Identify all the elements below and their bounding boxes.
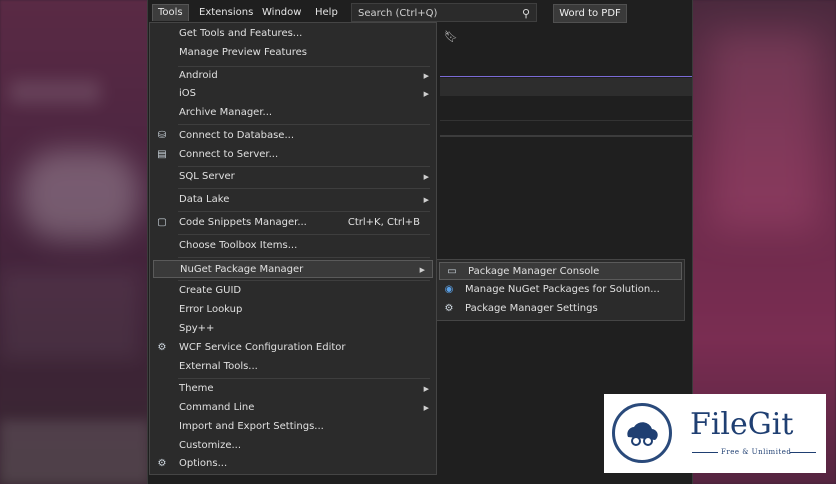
menu-separator	[178, 280, 430, 281]
menu-item-archive-manager[interactable]: Archive Manager...	[150, 104, 436, 122]
search-placeholder: Search (Ctrl+Q)	[358, 8, 438, 19]
menu-item-get-tools[interactable]: Get Tools and Features...	[150, 25, 436, 43]
menu-item-label: Choose Toolbox Items...	[179, 240, 298, 251]
filegit-name: FileGit	[690, 407, 794, 442]
menu-separator	[178, 234, 430, 235]
submenu-item-package-settings[interactable]: ⚙ Package Manager Settings	[437, 300, 684, 318]
search-box[interactable]: Search (Ctrl+Q) ⚲	[351, 3, 537, 22]
nuget-submenu: ▭ Package Manager Console ◉ Manage NuGet P…	[436, 259, 685, 321]
divider	[440, 120, 692, 121]
bookmark-icon[interactable]: 🔖︎	[444, 30, 464, 43]
menu-extensions[interactable]: Extensions	[194, 5, 258, 21]
submenu-arrow-icon: ▶	[423, 173, 429, 181]
menu-tools[interactable]: Tools	[152, 4, 189, 21]
menu-item-label: Connect to Database...	[179, 130, 294, 141]
filegit-tagline: Free & Unlimited	[721, 448, 792, 456]
submenu-arrow-icon: ▶	[423, 196, 429, 204]
menu-item-label: Archive Manager...	[179, 107, 273, 118]
menu-item-label: Error Lookup	[179, 304, 243, 315]
menu-separator	[178, 257, 430, 258]
gear-icon: ⚙	[444, 303, 454, 314]
divider	[440, 135, 692, 137]
blurred-background-left	[0, 0, 150, 484]
menu-separator	[178, 378, 430, 379]
menu-separator	[178, 166, 430, 167]
gear-icon: ⚙	[157, 458, 167, 469]
menu-item-label: iOS	[179, 88, 196, 99]
bookmark-toolbar[interactable]: 🔖︎	[444, 30, 464, 43]
menu-item-android[interactable]: Android ▶	[150, 67, 436, 85]
menu-item-wcf-editor[interactable]: ⚙ WCF Service Configuration Editor	[150, 339, 436, 357]
menu-item-label: SQL Server	[179, 171, 235, 182]
menu-item-ios[interactable]: iOS ▶	[150, 85, 436, 103]
console-icon: ▭	[447, 266, 457, 277]
menu-item-label: Customize...	[179, 440, 242, 451]
menu-item-nuget[interactable]: NuGet Package Manager ▶	[153, 260, 433, 278]
search-icon: ⚲	[521, 7, 530, 20]
menu-separator	[178, 211, 430, 212]
menu-item-label: Spy++	[179, 323, 215, 334]
submenu-arrow-icon: ▶	[423, 90, 429, 98]
menu-item-label: Command Line	[179, 402, 255, 413]
submenu-item-label: Package Manager Console	[468, 266, 600, 277]
menu-help[interactable]: Help	[310, 5, 343, 21]
nuget-icon: ◉	[444, 284, 454, 295]
menu-item-label: Theme	[179, 383, 214, 394]
menu-item-command-line[interactable]: Command Line ▶	[150, 399, 436, 417]
menu-item-external-tools[interactable]: External Tools...	[150, 358, 436, 376]
menu-item-label: Code Snippets Manager...	[179, 217, 307, 228]
menu-item-label: Get Tools and Features...	[179, 28, 303, 39]
snippet-icon: ▢	[157, 217, 167, 228]
menu-item-label: NuGet Package Manager	[180, 264, 304, 275]
menu-item-label: Android	[179, 70, 218, 81]
menu-item-choose-toolbox[interactable]: Choose Toolbox Items...	[150, 237, 436, 255]
submenu-item-label: Package Manager Settings	[465, 303, 598, 314]
divider	[790, 452, 816, 453]
menu-item-label: Connect to Server...	[179, 149, 279, 160]
menu-item-label: Manage Preview Features	[179, 47, 308, 58]
menu-window[interactable]: Window	[257, 5, 306, 21]
menu-item-manage-preview[interactable]: Manage Preview Features	[150, 44, 436, 62]
submenu-item-package-console[interactable]: ▭ Package Manager Console	[439, 262, 682, 280]
menu-item-label: External Tools...	[179, 361, 258, 372]
submenu-item-label: Manage NuGet Packages for Solution...	[465, 284, 660, 295]
menu-item-connect-database[interactable]: ⛁ Connect to Database...	[150, 127, 436, 145]
menu-item-data-lake[interactable]: Data Lake ▶	[150, 191, 436, 209]
menu-item-error-lookup[interactable]: Error Lookup	[150, 301, 436, 319]
menu-item-label: Options...	[179, 458, 228, 469]
menu-item-label: Data Lake	[179, 194, 230, 205]
divider	[692, 452, 718, 453]
menu-item-theme[interactable]: Theme ▶	[150, 380, 436, 398]
menu-item-spy[interactable]: Spy++	[150, 320, 436, 338]
submenu-arrow-icon: ▶	[419, 266, 425, 274]
submenu-arrow-icon: ▶	[423, 385, 429, 393]
filegit-logo-icon	[612, 403, 672, 463]
wcf-config-icon: ⚙	[157, 342, 167, 353]
server-connect-icon: ▤	[157, 149, 167, 160]
menu-item-sql-server[interactable]: SQL Server ▶	[150, 168, 436, 186]
submenu-item-manage-nuget[interactable]: ◉ Manage NuGet Packages for Solution...	[437, 281, 684, 299]
menu-separator	[178, 188, 430, 189]
document-tab-strip	[440, 78, 692, 96]
word-to-pdf-button[interactable]: Word to PDF	[553, 4, 627, 23]
menu-item-create-guid[interactable]: Create GUID	[150, 282, 436, 300]
menu-item-customize[interactable]: Customize...	[150, 437, 436, 455]
accent-line	[440, 76, 692, 77]
menu-item-label: WCF Service Configuration Editor	[179, 342, 346, 353]
submenu-arrow-icon: ▶	[423, 404, 429, 412]
filegit-watermark: FileGit Free & Unlimited	[604, 394, 826, 473]
menu-item-connect-server[interactable]: ▤ Connect to Server...	[150, 146, 436, 164]
menu-item-label: Create GUID	[179, 285, 242, 296]
menu-separator	[178, 124, 430, 125]
menu-shortcut: Ctrl+K, Ctrl+B	[347, 217, 420, 228]
submenu-arrow-icon: ▶	[423, 72, 429, 80]
menu-item-import-export[interactable]: Import and Export Settings...	[150, 418, 436, 436]
tools-dropdown-menu: Get Tools and Features... Manage Preview…	[149, 22, 437, 475]
menu-item-label: Import and Export Settings...	[179, 421, 324, 432]
database-connect-icon: ⛁	[157, 130, 167, 141]
menu-item-code-snippets[interactable]: ▢ Code Snippets Manager... Ctrl+K, Ctrl+B	[150, 214, 436, 232]
menu-item-options[interactable]: ⚙ Options...	[150, 455, 436, 473]
